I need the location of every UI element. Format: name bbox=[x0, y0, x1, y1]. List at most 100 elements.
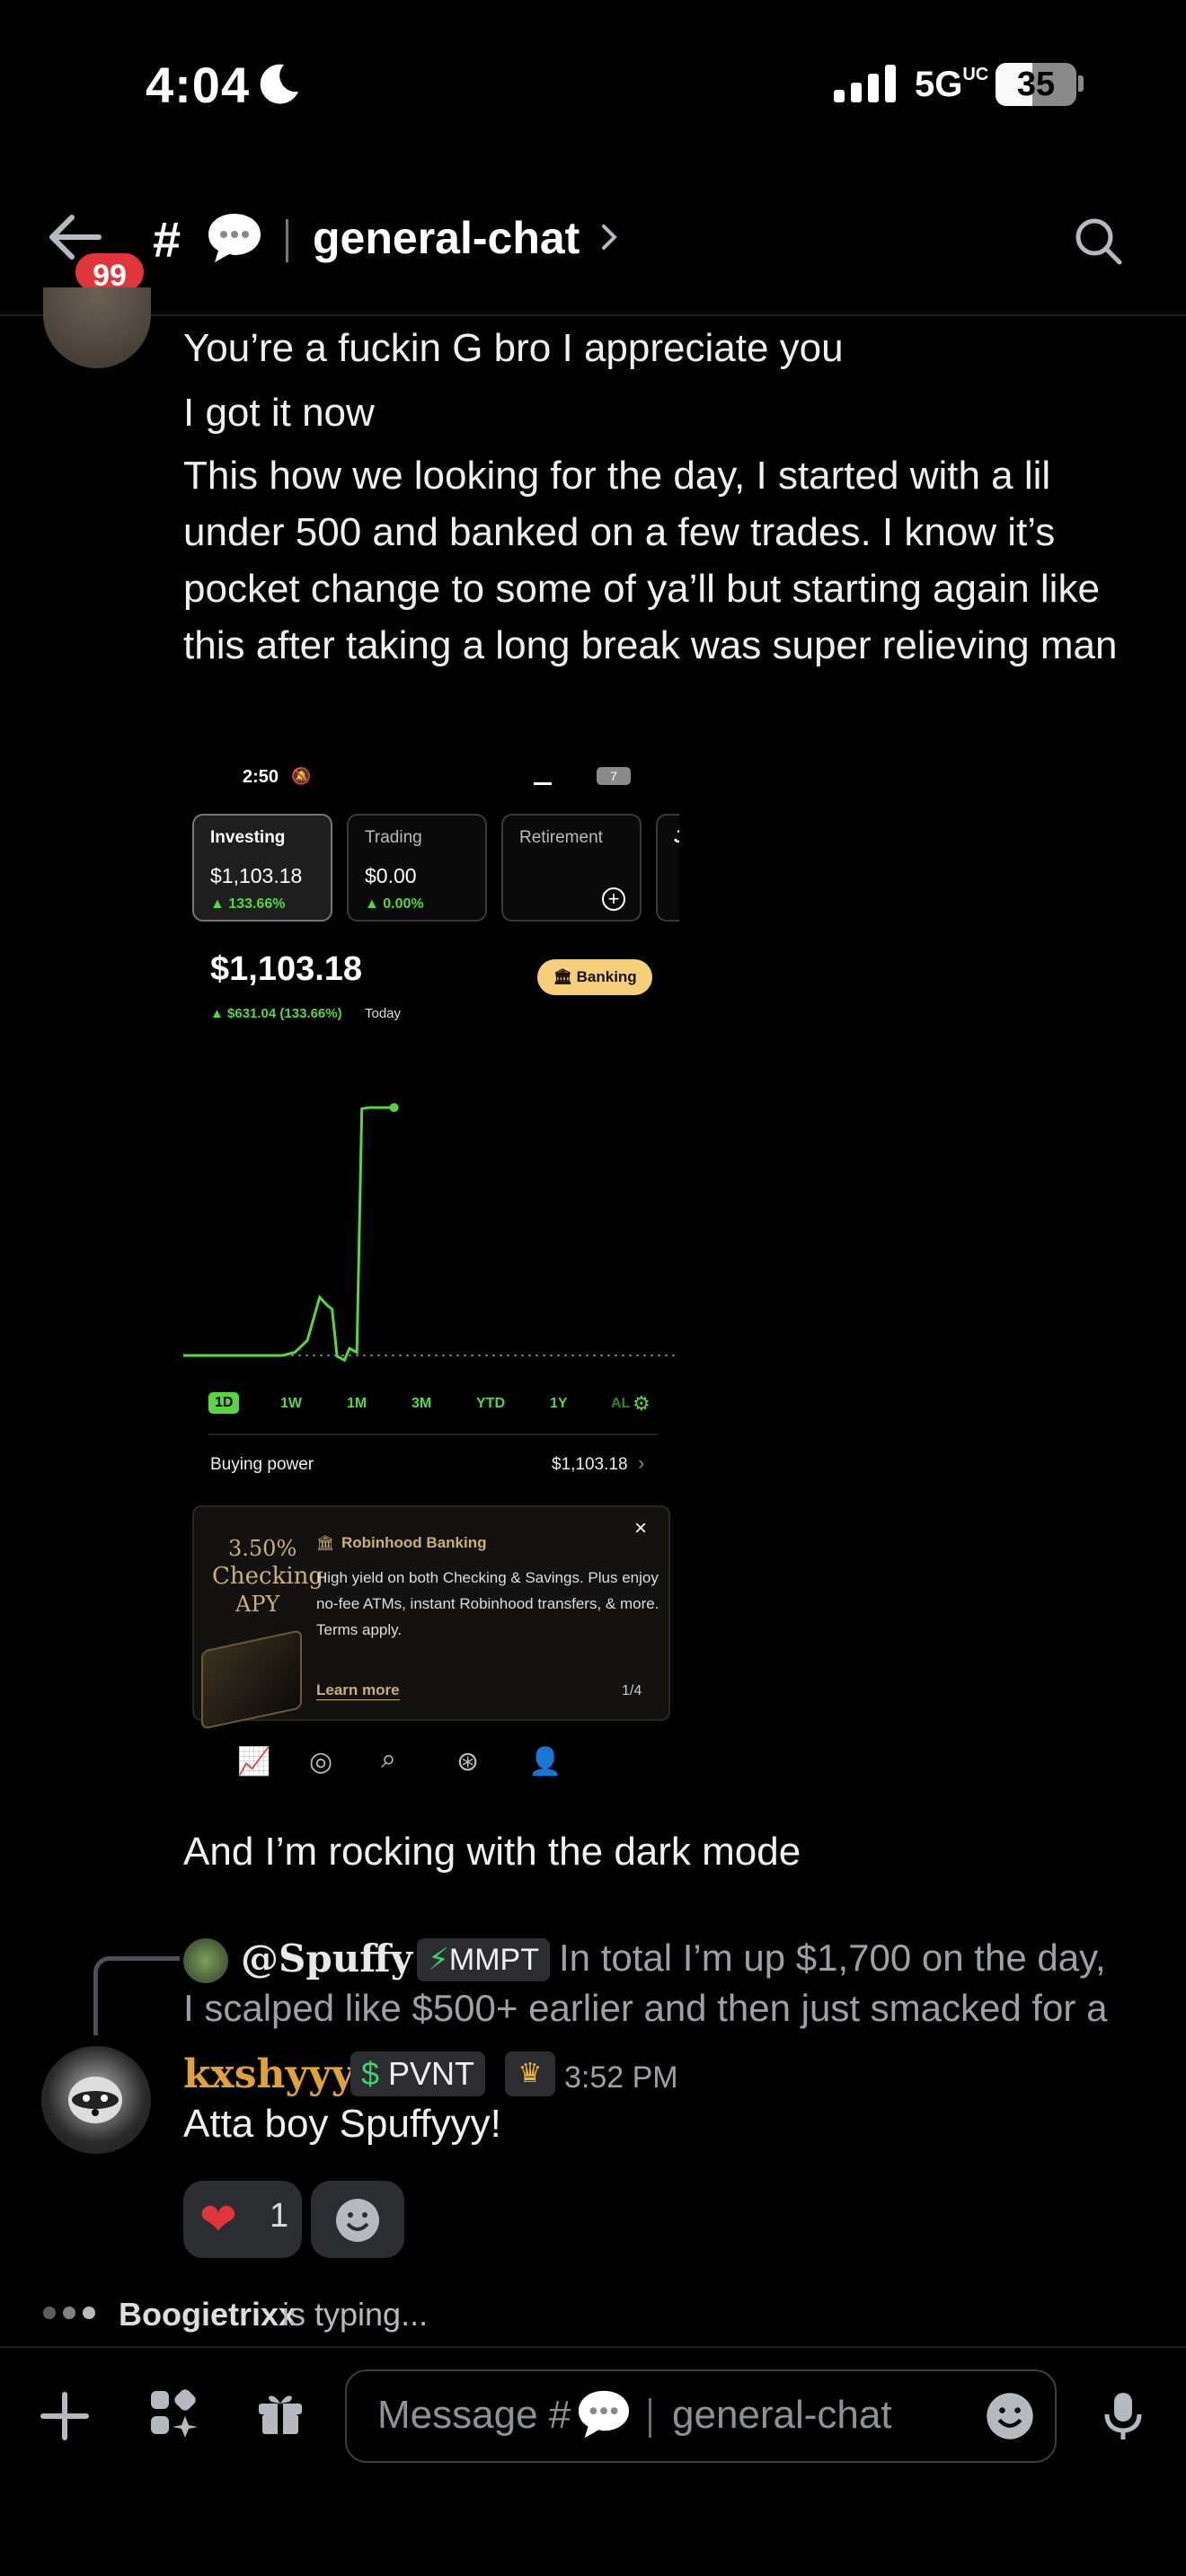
avatar[interactable] bbox=[41, 2046, 151, 2154]
card-label: J bbox=[674, 828, 679, 847]
reaction-count: 1 bbox=[270, 2197, 289, 2235]
status-time: 4:04 bbox=[146, 57, 251, 113]
search-tab-icon[interactable]: ⌕ bbox=[381, 1744, 396, 1775]
signal-icon bbox=[534, 772, 552, 785]
bank-icon: 🏛 bbox=[553, 968, 577, 985]
card-label: Trading bbox=[365, 828, 422, 847]
banking-label: Banking bbox=[576, 968, 637, 985]
crown-icon: ♛ bbox=[505, 2051, 555, 2096]
portfolio-chart bbox=[183, 1103, 679, 1363]
channel-hash: # bbox=[153, 211, 181, 268]
promo-rate-line3: APY bbox=[235, 1592, 280, 1617]
bank-icon: 🏛 bbox=[316, 1536, 335, 1551]
banking-button[interactable]: 🏛 Banking bbox=[537, 959, 652, 995]
card-change: ▲ 133.66% bbox=[210, 896, 286, 912]
chevron-right-icon[interactable] bbox=[597, 221, 622, 258]
promo-title: Robinhood Banking bbox=[341, 1534, 487, 1551]
avatar[interactable] bbox=[43, 287, 151, 368]
speech-bubble-icon bbox=[575, 2387, 633, 2446]
speech-bubble-icon bbox=[205, 210, 264, 270]
signal-icon bbox=[834, 63, 896, 102]
message-text: This how we looking for the day, I start… bbox=[183, 454, 1118, 667]
reply-role-label: MMPT bbox=[448, 1943, 539, 1977]
reply-avatar[interactable] bbox=[183, 1938, 228, 1983]
portfolio-change-suffix: Today bbox=[365, 1006, 402, 1021]
reply-role-tag: ⚡MMPT bbox=[417, 1938, 550, 1981]
message-text: Atta boy Spuffyyy! bbox=[183, 2102, 501, 2146]
add-circle-icon: + bbox=[602, 887, 625, 911]
buying-power-value[interactable]: $1,103.18 bbox=[552, 1455, 628, 1475]
message-text: I got it now bbox=[183, 391, 375, 435]
settings-gear-icon[interactable]: ⚙ bbox=[633, 1392, 651, 1416]
card-value: $1,103.18 bbox=[210, 864, 303, 887]
channel-title[interactable]: general-chat bbox=[313, 212, 580, 264]
account-card-more[interactable]: J bbox=[656, 814, 679, 922]
placeholder-divider bbox=[649, 2398, 651, 2438]
message-timestamp: 3:52 PM bbox=[564, 2060, 678, 2095]
search-icon[interactable] bbox=[1073, 216, 1123, 270]
battery-cap bbox=[1078, 75, 1084, 92]
image-attachment[interactable]: 2:50 🔕 7 Investing $1,103.18 ▲ 133.66% T… bbox=[183, 745, 679, 1791]
reply-author[interactable]: @Spuffy bbox=[241, 1936, 412, 1981]
close-icon[interactable]: × bbox=[634, 1516, 647, 1541]
header-divider bbox=[0, 314, 1186, 316]
role-tag: $ PVNT bbox=[350, 2051, 486, 2096]
network-suffix: UC bbox=[962, 65, 989, 84]
gift-icon[interactable] bbox=[253, 2386, 307, 2444]
banking-promo-card[interactable]: 3.50% Checking APY 🏛 Robinhood Banking H… bbox=[192, 1505, 670, 1730]
card-label: Investing bbox=[210, 828, 286, 847]
timeframe-3m[interactable]: 3M bbox=[412, 1396, 431, 1412]
chevron-right-icon[interactable]: › bbox=[638, 1451, 644, 1475]
promo-pager: 1/4 bbox=[622, 1683, 642, 1698]
portfolio-change: ▲ $631.04 (133.66%) bbox=[210, 1006, 342, 1021]
timeframe-1d[interactable]: 1D bbox=[208, 1392, 240, 1414]
bolt-icon: ⚡ bbox=[428, 1943, 449, 1977]
dollar-icon: $ bbox=[361, 2055, 389, 2092]
chart-tab-icon[interactable]: 📈 bbox=[237, 1746, 270, 1778]
card-value: $0.00 bbox=[365, 864, 417, 887]
divider bbox=[208, 1434, 658, 1435]
timeframe-1m[interactable]: 1M bbox=[347, 1396, 367, 1412]
network-type: 5GUC bbox=[915, 65, 988, 105]
battery-level: 35 bbox=[1016, 66, 1056, 103]
timeframe-ytd[interactable]: YTD bbox=[476, 1396, 505, 1412]
chart-endpoint bbox=[389, 1103, 399, 1113]
bell-icon: 🔕 bbox=[291, 767, 312, 785]
apps-icon[interactable] bbox=[146, 2386, 199, 2444]
account-card-trading[interactable]: Trading $0.00 ▲ 0.00% bbox=[347, 814, 487, 922]
promo-rate-line2: Checking bbox=[212, 1563, 324, 1590]
input-placeholder-prefix: Message # bbox=[377, 2393, 571, 2437]
account-card-investing[interactable]: Investing $1,103.18 ▲ 133.66% bbox=[192, 814, 332, 922]
card-change: ▲ 0.00% bbox=[365, 896, 424, 912]
account-tab-icon[interactable]: 👤 bbox=[528, 1746, 562, 1778]
author-name[interactable]: kxshyyy bbox=[183, 2051, 354, 2097]
learn-more-link[interactable]: Learn more bbox=[316, 1681, 400, 1700]
timeframe-1y[interactable]: 1Y bbox=[550, 1396, 568, 1412]
message-text: And I’m rocking with the dark mode bbox=[183, 1830, 801, 1874]
emoji-icon[interactable] bbox=[983, 2389, 1037, 2448]
composer-divider bbox=[0, 2346, 1186, 2348]
input-placeholder-channel: general-chat bbox=[672, 2393, 892, 2437]
portfolio-balance: $1,103.18 bbox=[210, 950, 363, 988]
moon-icon bbox=[253, 59, 304, 114]
channel-divider bbox=[286, 219, 288, 262]
battery-icon: 35 bbox=[996, 63, 1076, 106]
network-tab-icon[interactable]: ⊛ bbox=[456, 1746, 479, 1778]
typing-user: Boogietrixx bbox=[119, 2296, 297, 2333]
plus-icon[interactable] bbox=[38, 2389, 92, 2448]
reply-spine bbox=[93, 1956, 180, 2035]
promo-rate: 3.50% bbox=[228, 1536, 297, 1561]
chart-series-line bbox=[183, 1106, 394, 1363]
promo-body: High yield on both Checking & Savings. P… bbox=[316, 1569, 659, 1638]
buying-power-label: Buying power bbox=[210, 1455, 314, 1474]
timeframe-1w[interactable]: 1W bbox=[280, 1396, 302, 1412]
crypto-tab-icon[interactable]: ◎ bbox=[309, 1746, 332, 1778]
smiley-icon bbox=[336, 2199, 379, 2242]
microphone-icon[interactable] bbox=[1100, 2389, 1146, 2448]
reaction-heart[interactable]: ❤ 1 bbox=[183, 2181, 302, 2258]
feather-card-icon bbox=[201, 1629, 302, 1730]
account-card-retirement[interactable]: Retirement + bbox=[501, 814, 642, 922]
typing-indicator-icon bbox=[43, 2307, 95, 2319]
timeframe-all[interactable]: AL bbox=[611, 1396, 630, 1412]
add-reaction-button[interactable] bbox=[311, 2181, 404, 2258]
